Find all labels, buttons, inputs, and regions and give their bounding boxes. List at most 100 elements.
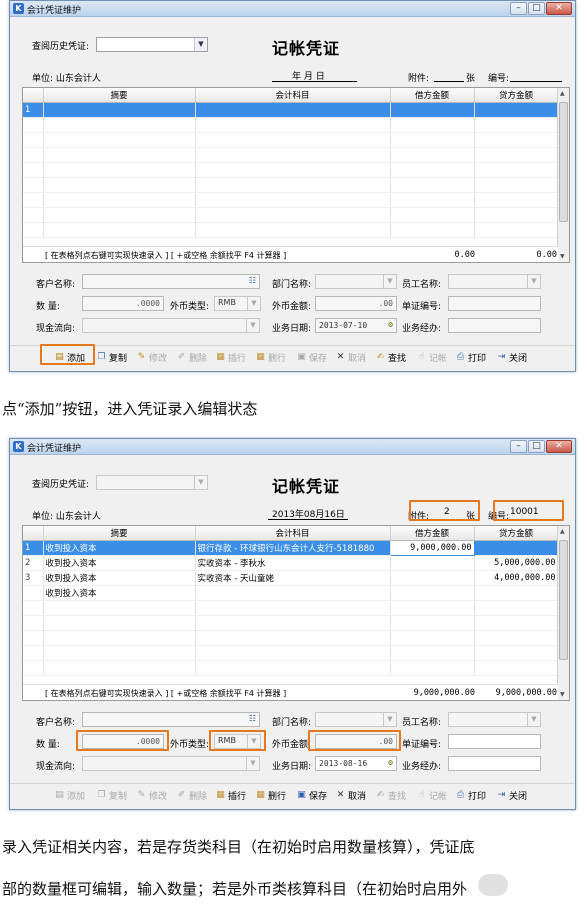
edit-button[interactable]: ✎ 修改 — [136, 787, 167, 803]
cancel-button[interactable]: ✕ 取消 — [335, 787, 366, 803]
insert-row-button[interactable]: ▦ 插行 — [215, 787, 246, 803]
print-button[interactable]: ⎙ 打印 — [455, 349, 486, 365]
table-row[interactable]: 2 收到投入资本 实收资本 - 李秋水 5,000,000.00 — [23, 555, 559, 571]
column-header-debit: 借方金额 — [390, 526, 475, 541]
quantity-input[interactable]: .0000 — [82, 734, 164, 749]
maximize-button[interactable]: □ — [528, 440, 545, 453]
copy-button[interactable]: ❐ 复制 — [96, 787, 127, 803]
table-row[interactable]: 1 收到投入资本 银行存款 - 环球银行山东会计人支行-5181880 9,000,0… — [23, 539, 559, 556]
grid-scrollbar[interactable]: ▲ ▼ — [557, 526, 569, 700]
insert-row-icon: ▦ — [216, 351, 225, 362]
voucher-no-value[interactable]: 10001 — [510, 507, 539, 517]
table-row[interactable] — [23, 645, 559, 661]
print-button[interactable]: ⎙ 打印 — [455, 787, 486, 803]
post-button[interactable]: ☝ 记帐 — [416, 787, 447, 803]
table-row[interactable] — [23, 660, 559, 676]
delete-button[interactable]: ✐ 删除 — [176, 349, 207, 365]
fx-amount-input[interactable]: .00 — [315, 296, 397, 311]
close-window-button[interactable]: ✕ — [546, 440, 572, 453]
customer-input[interactable]: ☷ — [82, 274, 260, 289]
save-button[interactable]: ▣ 保存 — [296, 349, 327, 365]
biz-date-input[interactable]: 2013-07-10 ⚙ — [315, 318, 397, 333]
delete-button[interactable]: ✐ 删除 — [176, 787, 207, 803]
cashflow-select[interactable]: ▼ — [82, 756, 260, 771]
handler-input[interactable] — [448, 756, 541, 771]
add-button[interactable]: ▤ 添加 — [54, 787, 85, 803]
table-row[interactable] — [23, 162, 559, 178]
table-row[interactable] — [23, 600, 559, 616]
edit-button[interactable]: ✎ 修改 — [136, 349, 167, 365]
currency-select[interactable]: RMB ▼ — [214, 734, 261, 749]
picker-icon[interactable]: ☷ — [249, 714, 256, 723]
picker-icon[interactable]: ☷ — [249, 276, 256, 285]
employee-label: 员工名称: — [402, 718, 442, 728]
delete-row-button[interactable]: ▦ 删行 — [255, 787, 286, 803]
minimize-button[interactable]: – — [510, 2, 527, 15]
employee-select[interactable]: ▼ — [448, 274, 541, 289]
history-label: 查阅历史凭证: — [32, 480, 90, 490]
add-icon: ▤ — [55, 789, 64, 800]
delete-row-button[interactable]: ▦ 删行 — [255, 349, 286, 365]
search-icon: ✍ — [376, 351, 385, 362]
fx-amount-input[interactable]: .00 — [315, 734, 397, 749]
delete-row-icon: ▦ — [256, 789, 265, 800]
table-row[interactable]: 3 收到投入资本 实收资本 - 天山童姥 4,000,000.00 — [23, 570, 559, 586]
save-icon: ▣ — [297, 351, 306, 362]
cancel-button[interactable]: ✕ 取消 — [335, 349, 366, 365]
table-row[interactable] — [23, 192, 559, 208]
table-row[interactable]: 1 — [23, 102, 559, 118]
insert-row-button[interactable]: ▦ 插行 — [215, 349, 246, 365]
exit-button[interactable]: ⇥ 关闭 — [496, 349, 527, 365]
table-row[interactable] — [23, 630, 559, 646]
employee-select[interactable]: ▼ — [448, 712, 541, 727]
cashflow-select[interactable]: ▼ — [82, 318, 260, 333]
currency-select[interactable]: RMB ▼ — [214, 296, 261, 311]
table-row[interactable] — [23, 615, 559, 631]
window-title: 会计凭证维护 — [27, 444, 82, 454]
quantity-input[interactable]: .0000 — [82, 296, 164, 311]
insert-row-icon: ▦ — [216, 789, 225, 800]
grid-scrollbar[interactable]: ▲ ▼ — [557, 88, 569, 262]
app-icon: K — [13, 3, 24, 14]
table-row[interactable]: 收到投入资本 — [23, 585, 559, 601]
unit-label: 单位: 山东会计人 — [32, 74, 101, 84]
post-button[interactable]: ☝ 记帐 — [416, 349, 447, 365]
hint-text: [ 在表格列点右键可实现快速录入 ] [ +或空格 余额找平 F4 计算器 ] — [45, 251, 287, 260]
table-row[interactable] — [23, 147, 559, 163]
table-row[interactable] — [23, 222, 559, 238]
exit-icon: ⇥ — [497, 789, 506, 800]
dept-select[interactable]: ▼ — [315, 712, 397, 727]
find-button[interactable]: ✍ 查找 — [375, 787, 406, 803]
biz-date-input[interactable]: 2013-08-16 ⚙ — [315, 756, 397, 771]
doc-no-input[interactable] — [448, 296, 541, 311]
voucher-grid[interactable]: 摘要 会计科目 借方金额 贷方金额 1 ▲ ▼ [ 在表格列点右键可实现快速录入 … — [22, 87, 570, 263]
table-row[interactable] — [23, 132, 559, 148]
save-button[interactable]: ▣ 保存 — [296, 787, 327, 803]
customer-label: 客户名称: — [36, 280, 76, 290]
minimize-button[interactable]: – — [510, 440, 527, 453]
history-select[interactable]: ▼ — [96, 475, 208, 490]
history-select[interactable]: ▼ — [96, 37, 208, 52]
fx-amount-label: 外币金额: — [272, 740, 312, 750]
close-window-button[interactable]: ✕ — [546, 2, 572, 15]
find-button[interactable]: ✍ 查找 — [375, 349, 406, 365]
add-button[interactable]: ▤ 添加 — [54, 349, 85, 365]
handler-input[interactable] — [448, 318, 541, 333]
attachment-count[interactable]: 2 — [444, 507, 450, 517]
table-row[interactable] — [23, 117, 559, 133]
voucher-grid[interactable]: 摘要 会计科目 借方金额 贷方金额 1 收到投入资本 银行存款 - 环球银行山东会计… — [22, 525, 570, 701]
debit-cell-editing: 9,000,000.00 — [389, 539, 475, 556]
history-label: 查阅历史凭证: — [32, 42, 90, 52]
dept-select[interactable]: ▼ — [315, 274, 397, 289]
calendar-icon[interactable]: ⚙ — [388, 320, 393, 329]
doc-no-input[interactable] — [448, 734, 541, 749]
customer-input[interactable]: ☷ — [82, 712, 260, 727]
table-row[interactable] — [23, 207, 559, 223]
window-title: 会计凭证维护 — [27, 6, 82, 16]
exit-button[interactable]: ⇥ 关闭 — [496, 787, 527, 803]
copy-button[interactable]: ❐ 复制 — [96, 349, 127, 365]
maximize-button[interactable]: □ — [528, 2, 545, 15]
table-row[interactable] — [23, 177, 559, 193]
calendar-icon[interactable]: ⚙ — [388, 758, 393, 767]
printer-icon: ⎙ — [456, 789, 465, 800]
